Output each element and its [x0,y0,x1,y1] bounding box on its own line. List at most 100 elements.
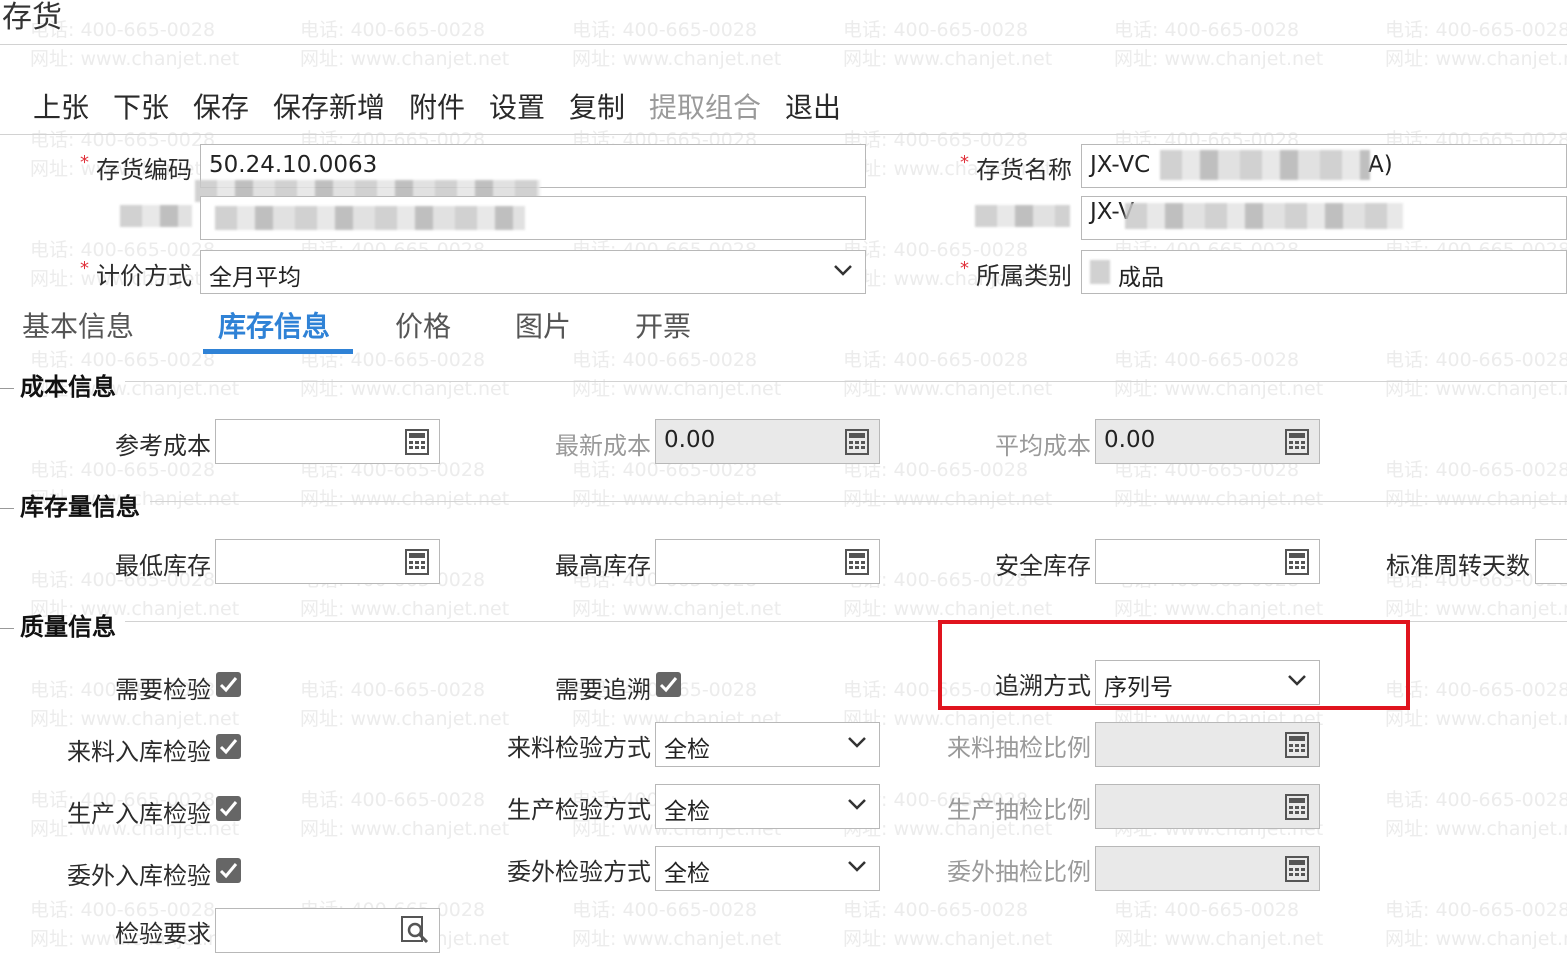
required-mark: * [960,258,969,279]
watermark-text: 电话: 400-665-0028网址: www.chanjet.net [1114,19,1324,70]
ref-cost-label: 参考成本 [115,432,211,460]
tab-1[interactable]: 库存信息 [218,305,330,345]
watermark-text: 电话: 400-665-0028网址: www.chanjet.net [1385,459,1567,510]
toolbar-button-3[interactable]: 保存新增 [273,86,385,126]
section-divider [150,501,1567,502]
outsourcing-method-value: 全检 [664,861,710,887]
toolbar-button-7: 提取组合 [649,91,762,124]
required-mark: * [960,152,969,173]
name-value-suffix: A) [1368,152,1393,178]
tab-3[interactable]: 图片 [515,305,571,345]
need-trace-label: 需要追溯 [555,676,651,704]
calculator-icon[interactable] [405,549,429,575]
outsourcing-inspect-checkbox[interactable] [216,858,241,883]
incoming-ratio-input [1095,722,1320,767]
tab-0[interactable]: 基本信息 [22,305,134,345]
code-label: 存货编码 [96,156,192,184]
production-method-label: 生产检验方式 [507,796,651,824]
turnover-days-label: 标准周转天数 [1386,552,1530,580]
watermark-text: 电话: 400-665-0028网址: www.chanjet.net [1385,679,1567,730]
redacted-label [975,205,1070,227]
production-inspect-checkbox[interactable] [216,796,241,821]
incoming-method-select[interactable]: 全检 [655,722,880,767]
production-method-value: 全检 [664,799,710,825]
required-mark: * [80,258,89,279]
outsourcing-ratio-label: 委外抽检比例 [947,858,1091,886]
safety-stock-label: 安全库存 [995,552,1091,580]
max-stock-input[interactable] [655,539,880,584]
cost-section-title: 成本信息 [0,367,116,402]
calculator-icon[interactable] [845,549,869,575]
min-stock-input[interactable] [215,539,440,584]
toolbar-button-5[interactable]: 设置 [489,86,545,126]
incoming-inspect-checkbox[interactable] [216,734,241,759]
redacted-label [120,205,192,227]
watermark-text: 电话: 400-665-0028网址: www.chanjet.net [572,19,782,70]
calculator-icon[interactable] [1285,549,1309,575]
checkmark-icon [219,677,238,693]
watermark-text: 电话: 400-665-0028网址: www.chanjet.net [1385,899,1567,950]
latest-cost-label: 最新成本 [555,432,651,460]
watermark-text: 电话: 400-665-0028网址: www.chanjet.net [300,789,510,840]
checkmark-icon [659,677,678,693]
production-ratio-label: 生产抽检比例 [947,796,1091,824]
avg-cost-label: 平均成本 [995,432,1091,460]
tab-4[interactable]: 开票 [635,305,691,345]
inspect-requirement-input[interactable] [215,908,440,953]
chevron-down-icon [834,265,852,276]
latest-cost-input: 0.00 [655,419,880,464]
latest-cost-value: 0.00 [664,427,716,453]
watermark-text: 电话: 400-665-0028网址: www.chanjet.net [843,349,1053,400]
watermark-text: 电话: 400-665-0028网址: www.chanjet.net [1114,349,1324,400]
toolbar-button-4[interactable]: 附件 [409,86,465,126]
outsourcing-method-select[interactable]: 全检 [655,846,880,891]
watermark-text: 电话: 400-665-0028网址: www.chanjet.net [572,899,782,950]
section-divider [125,381,1567,382]
category-label: 所属类别 [976,262,1072,290]
need-inspect-checkbox[interactable] [216,672,241,697]
watermark-text: 电话: 400-665-0028网址: www.chanjet.net [572,459,782,510]
production-ratio-input [1095,784,1320,829]
calculator-icon[interactable] [405,429,429,455]
chevron-down-icon [848,737,866,748]
outsourcing-inspect-label: 委外入库检验 [67,862,211,890]
active-tab-indicator [203,349,353,354]
watermark-text: 电话: 400-665-0028网址: www.chanjet.net [843,19,1053,70]
incoming-ratio-label: 来料抽检比例 [947,734,1091,762]
avg-cost-value: 0.00 [1104,427,1156,453]
name-label: 存货名称 [976,156,1072,184]
inspect-requirement-label: 检验要求 [115,920,211,948]
calculator-icon [845,429,869,455]
window-title: 存货 [2,0,62,35]
redacted-area [1160,150,1370,180]
lookup-icon[interactable] [401,916,429,944]
safety-stock-input[interactable] [1095,539,1320,584]
category-field[interactable]: 成品 [1081,250,1567,294]
avg-cost-input: 0.00 [1095,419,1320,464]
watermark-text: 电话: 400-665-0028网址: www.chanjet.net [1385,789,1567,840]
calculator-icon [1285,429,1309,455]
toolbar-button-8[interactable]: 退出 [785,86,841,126]
tab-2[interactable]: 价格 [395,305,451,345]
production-method-select[interactable]: 全检 [655,784,880,829]
need-trace-checkbox[interactable] [656,672,681,697]
min-stock-label: 最低库存 [115,552,211,580]
ref-cost-input[interactable] [215,419,440,464]
highlight-annotation [938,620,1410,710]
pricing-select[interactable]: 全月平均 [200,250,866,294]
toolbar-button-0[interactable]: 上张 [33,86,89,126]
need-inspect-label: 需要检验 [115,676,211,704]
turnover-days-input[interactable] [1535,539,1567,584]
incoming-method-label: 来料检验方式 [507,734,651,762]
toolbar-button-6[interactable]: 复制 [569,86,625,126]
toolbar-button-2[interactable]: 保存 [193,86,249,126]
watermark-text: 电话: 400-665-0028网址: www.chanjet.net [843,899,1053,950]
watermark-text: 电话: 400-665-0028网址: www.chanjet.net [1114,459,1324,510]
checkmark-icon [219,739,238,755]
watermark-text: 电话: 400-665-0028网址: www.chanjet.net [572,349,782,400]
pricing-value: 全月平均 [209,265,301,291]
redacted-area [1125,203,1403,229]
category-value: 成品 [1118,265,1164,291]
outsourcing-ratio-input [1095,846,1320,891]
toolbar-button-1[interactable]: 下张 [113,86,169,126]
